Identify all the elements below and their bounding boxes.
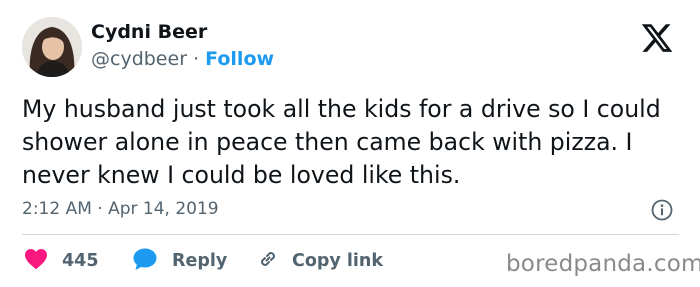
copy-link-label: Copy link: [292, 251, 383, 271]
author-handle[interactable]: @cydbeer: [91, 48, 187, 70]
handle-separator: ·: [193, 48, 200, 70]
info-icon[interactable]: [651, 199, 673, 221]
tweet-date: Apr 14, 2019: [108, 199, 219, 219]
tweet-time: 2:12 AM: [22, 199, 92, 219]
timestamp-separator: ·: [97, 199, 103, 219]
copy-link-button[interactable]: Copy link: [256, 248, 383, 274]
tweet-text: My husband just took all the kids for a …: [22, 95, 661, 189]
author-name[interactable]: Cydni Beer: [91, 21, 207, 43]
avatar[interactable]: [22, 17, 82, 77]
heart-icon: [24, 248, 48, 274]
reply-bubble-icon: [132, 247, 158, 275]
reply-label: Reply: [172, 251, 228, 271]
x-logo-icon[interactable]: [640, 21, 674, 55]
author-handle-row: @cydbeer · Follow: [91, 48, 274, 70]
tweet-timestamp[interactable]: 2:12 AM · Apr 14, 2019: [22, 199, 219, 219]
divider: [22, 234, 679, 235]
reply-button[interactable]: Reply: [132, 248, 227, 274]
follow-button[interactable]: Follow: [205, 48, 274, 70]
watermark: boredpanda.com: [506, 251, 700, 277]
link-icon: [256, 247, 280, 275]
like-count: 445: [62, 251, 99, 271]
like-button[interactable]: 445: [24, 248, 99, 274]
